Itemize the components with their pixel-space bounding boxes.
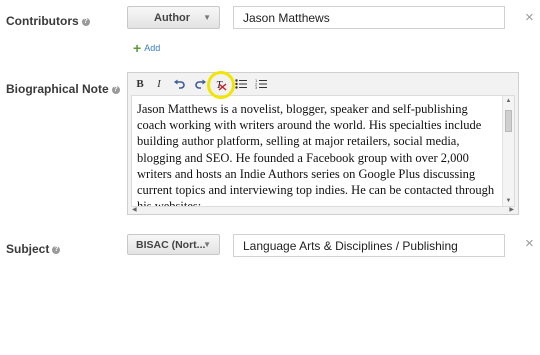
contributor-role-dropdown[interactable]: Author ▼ <box>127 6 220 29</box>
chevron-down-icon: ▼ <box>203 240 211 249</box>
remove-subject-close-icon[interactable]: × <box>525 236 534 251</box>
scrollbar-thumb[interactable] <box>505 110 512 132</box>
vertical-scrollbar[interactable]: ▲ ▼ <box>502 96 514 206</box>
plus-icon: + <box>133 40 142 56</box>
undo-button[interactable] <box>169 75 189 93</box>
subject-value: Language Arts & Disciplines / Publishing <box>243 238 458 253</box>
add-contributor-link[interactable]: + Add <box>133 40 160 56</box>
subject-label: Subject? <box>6 242 61 256</box>
svg-text:3: 3 <box>255 86 257 89</box>
scroll-down-arrow-icon[interactable]: ▼ <box>503 198 514 204</box>
contributor-name-field[interactable]: Jason Matthews <box>233 6 505 29</box>
bio-label-text: Biographical Note <box>6 82 109 96</box>
help-icon[interactable]: ? <box>81 17 90 26</box>
italic-button[interactable]: I <box>149 75 169 93</box>
subject-label-text: Subject <box>6 242 50 256</box>
remove-contributor-close-icon[interactable]: × <box>525 10 534 25</box>
italic-icon: I <box>157 78 161 90</box>
subject-scheme-value: BISAC (Nort... <box>136 238 206 251</box>
contributor-name-value: Jason Matthews <box>243 10 330 25</box>
undo-icon <box>174 79 185 89</box>
scroll-right-arrow-icon[interactable]: ▶ <box>509 206 514 213</box>
bio-editor: B I T 1 2 3 Jason Matthews is a novelist… <box>127 72 519 215</box>
chevron-down-icon: ▼ <box>203 13 211 22</box>
contributors-label-text: Contributors <box>6 14 79 28</box>
scroll-up-arrow-icon[interactable]: ▲ <box>503 98 514 104</box>
scroll-left-arrow-icon[interactable]: ◀ <box>132 206 137 213</box>
bold-button[interactable]: B <box>130 75 150 93</box>
bio-label: Biographical Note? <box>6 82 120 96</box>
redo-icon <box>195 79 206 89</box>
contributor-role-value: Author <box>154 11 191 24</box>
highlight-circle <box>207 71 235 99</box>
bio-text-area[interactable]: Jason Matthews is a novelist, blogger, s… <box>131 95 515 207</box>
bio-text: Jason Matthews is a novelist, blogger, s… <box>137 102 495 207</box>
subject-value-field[interactable]: Language Arts & Disciplines / Publishing <box>233 234 505 257</box>
contributors-label: Contributors? <box>6 14 90 28</box>
help-icon[interactable]: ? <box>52 245 61 254</box>
horizontal-scrollbar[interactable]: ◀ ▶ <box>131 207 515 214</box>
editor-toolbar: B I T 1 2 3 <box>128 73 518 94</box>
numbered-list-icon: 1 2 3 <box>255 79 267 89</box>
help-icon[interactable]: ? <box>111 85 120 94</box>
add-contributor-label: Add <box>144 43 161 53</box>
bulleted-list-icon <box>235 79 247 89</box>
numbered-list-button[interactable]: 1 2 3 <box>251 75 271 93</box>
subject-scheme-dropdown[interactable]: BISAC (Nort... ▼ <box>127 234 220 255</box>
bold-icon: B <box>136 78 144 90</box>
